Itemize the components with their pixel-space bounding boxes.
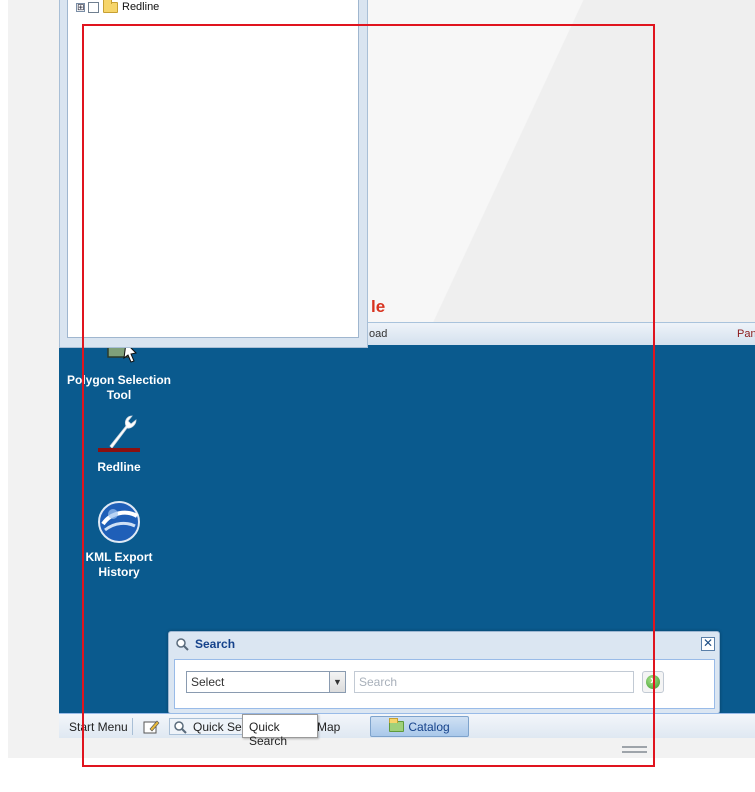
close-icon[interactable]: ✕ [701,637,715,651]
map-background [368,0,755,322]
map-toolbar: oad Pan [305,322,755,346]
search-window: Search ✕ Select ▼ Search [168,631,720,714]
desktop-icon-label: KML Export History [85,550,153,579]
desktop-icon-label: Redline [97,460,141,474]
search-type-value: Select [191,675,225,689]
start-menu-button[interactable]: Start Menu [69,718,128,735]
resize-grip[interactable] [622,746,647,753]
search-go-button[interactable] [642,671,664,693]
layer-tree-body: ⊞ Redline [67,0,359,338]
tree-item-redline[interactable]: ⊞ Redline [76,0,159,14]
magnifier-icon [174,720,187,734]
desktop-icon-kml-export-history[interactable]: KML Export History [64,500,174,580]
layer-checkbox[interactable] [88,1,99,13]
taskbar: Start Menu Quick Sear Map Catalog [59,713,755,738]
folder-icon [103,0,118,13]
folder-icon [389,718,405,732]
search-window-title[interactable]: Search [175,637,235,651]
search-type-select[interactable]: Select ▼ [186,671,346,693]
desktop-icon-label: Polygon Selection Tool [66,373,171,402]
map-button[interactable]: Map [317,718,340,735]
go-arrow-icon [646,672,660,689]
search-input[interactable]: Search [354,671,634,693]
expand-icon[interactable]: ⊞ [76,2,85,12]
magnifier-icon [176,638,189,651]
search-window-title-text: Search [195,637,236,651]
google-earth-icon [64,500,174,548]
chevron-down-icon[interactable]: ▼ [329,672,345,692]
notepad-icon[interactable] [142,718,160,735]
toolbar-pan-text[interactable]: Pan [737,328,755,340]
layer-tree-panel: ⊞ Redline [59,0,368,348]
toolbar-left-text[interactable]: oad [369,328,387,340]
wrench-icon [64,412,174,458]
quick-search-tooltip: Quick Search [242,714,318,748]
tree-item-label: Redline [122,1,160,13]
map-title-fragment: le [371,297,386,316]
map-wedge [368,0,755,322]
catalog-button[interactable]: Catalog [370,716,469,737]
desktop-icon-redline[interactable]: Redline [64,412,174,475]
catalog-label: Catalog [408,719,450,734]
search-window-body: Select ▼ Search [174,659,715,709]
taskbar-separator [132,718,133,735]
